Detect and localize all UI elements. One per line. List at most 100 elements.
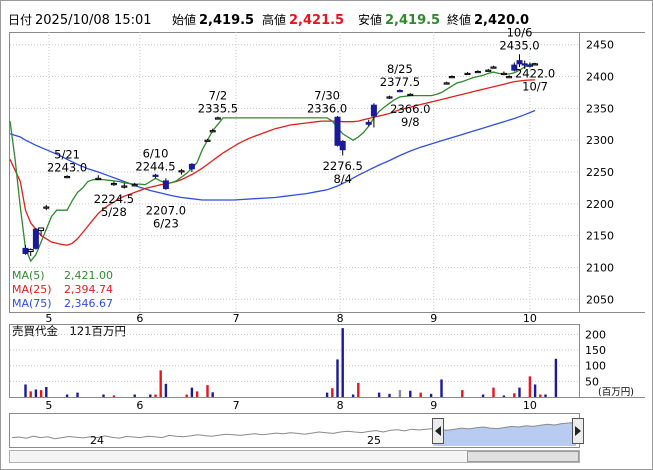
high-label: 高値 bbox=[262, 12, 286, 27]
date-value: 2025/10/08 15:01 bbox=[35, 13, 152, 28]
annotation-line-2: 8/4 bbox=[333, 172, 352, 186]
ma75-legend-value: 2,346.67 bbox=[64, 297, 113, 310]
candle-body-up bbox=[27, 249, 34, 253]
ma75-legend-label: MA(75) bbox=[12, 297, 52, 310]
candle-body-up bbox=[178, 170, 185, 173]
annotation-line-1: 5/21 bbox=[54, 147, 80, 161]
month-tick-label: 9 bbox=[430, 312, 437, 325]
volume-month-tick-label: 9 bbox=[430, 399, 437, 412]
candle-body-down bbox=[22, 247, 29, 254]
annotation-line-1: 2224.5 bbox=[94, 192, 134, 206]
volume-bar bbox=[351, 394, 355, 397]
volume-tick-200: 200 bbox=[585, 328, 606, 341]
ma5-legend-label: MA(5) bbox=[12, 269, 45, 282]
candle-body-up bbox=[121, 185, 128, 188]
horizontal-scrollbar[interactable] bbox=[9, 450, 580, 463]
candle-body-up bbox=[131, 184, 138, 187]
navigator-right-handle[interactable] bbox=[572, 418, 584, 444]
price-tick-label: 2050 bbox=[586, 293, 614, 306]
month-tick-label: 6 bbox=[136, 312, 143, 325]
volume-bar bbox=[533, 384, 537, 397]
price-tick-label: 2150 bbox=[586, 230, 614, 243]
candle-body-up bbox=[407, 93, 414, 97]
candle-body-down bbox=[152, 174, 159, 177]
volume-month-tick-label: 8 bbox=[337, 399, 344, 412]
annotation-line-2: 2243.0 bbox=[47, 160, 87, 174]
annotation-line-2: 5/28 bbox=[101, 205, 127, 219]
volume-title: 売買代金 121百万円 bbox=[12, 324, 126, 338]
candle-body-up bbox=[464, 72, 471, 76]
volume-month-tick-label: 5 bbox=[45, 399, 52, 412]
ma-legend: MA(5) 2,421.00 MA(25) 2,394.74 MA(75) 2,… bbox=[11, 268, 119, 310]
candle-body-up bbox=[500, 72, 507, 76]
volume-bar bbox=[544, 394, 547, 397]
ma25-legend-label: MA(25) bbox=[12, 283, 52, 296]
navigator-label-24: 24 bbox=[90, 434, 104, 447]
volume-bar bbox=[419, 392, 422, 397]
candle-body-up bbox=[474, 70, 481, 74]
volume-bar bbox=[461, 390, 464, 397]
annotation-line-1: 7/2 bbox=[209, 89, 228, 103]
candle-body-up bbox=[506, 76, 513, 79]
volume-bar bbox=[539, 394, 542, 397]
candle-body-down bbox=[516, 60, 523, 65]
volume-bar bbox=[149, 394, 152, 397]
volume-bar bbox=[154, 394, 157, 397]
volume-bar bbox=[195, 391, 199, 397]
annotation-line-1: 2276.5 bbox=[323, 159, 363, 173]
candle-body-down bbox=[188, 163, 195, 170]
annotation-line-2: 2435.0 bbox=[499, 38, 539, 52]
candle-body-down bbox=[370, 104, 377, 117]
annotation-line-1: 6/10 bbox=[143, 147, 169, 161]
open-value: 2,419.5 bbox=[199, 13, 254, 28]
volume-bar bbox=[429, 393, 433, 397]
annotation-line-2: 2335.5 bbox=[198, 102, 238, 116]
stock-chart: 日付 2025/10/08 15:01 始値 2,419.5 高値 2,421.… bbox=[0, 0, 653, 470]
volume-tick-150: 150 bbox=[585, 344, 606, 357]
volume-month-tick-label: 7 bbox=[233, 399, 240, 412]
navigator-left-handle[interactable] bbox=[432, 418, 444, 444]
candle-body-up bbox=[443, 82, 450, 85]
price-tick-label: 2200 bbox=[586, 198, 614, 211]
volume-bar bbox=[398, 390, 402, 397]
scrollbar-thumb[interactable] bbox=[467, 451, 579, 462]
volume-bar bbox=[112, 395, 116, 397]
candle bbox=[334, 116, 341, 147]
candle-body-up bbox=[386, 96, 393, 99]
month-tick-label: 8 bbox=[337, 312, 344, 325]
volume-bar bbox=[211, 392, 214, 397]
price-axis: 2050 2100 2150 2200 2250 2300 2350 2400 2450 bbox=[586, 39, 614, 307]
annotation-line-1: 10/6 bbox=[507, 25, 533, 39]
volume-bar bbox=[388, 393, 391, 397]
candle-body-up bbox=[209, 130, 216, 133]
volume-bar bbox=[331, 388, 334, 397]
volume-bar bbox=[357, 382, 360, 397]
candle-body-down bbox=[365, 121, 372, 125]
annotation-line-1: 2422.0 bbox=[515, 67, 555, 81]
candle-body-up bbox=[485, 69, 492, 72]
candle-body-down bbox=[334, 116, 341, 146]
month-tick-label: 7 bbox=[233, 312, 240, 325]
candle-body-up bbox=[43, 206, 50, 209]
price-tick-label: 2350 bbox=[586, 102, 614, 115]
candle-body-up bbox=[204, 139, 211, 142]
volume-bar bbox=[206, 385, 209, 397]
volume-bar bbox=[377, 392, 381, 397]
candle bbox=[32, 228, 39, 250]
annotation-line-2: 2336.0 bbox=[307, 101, 347, 115]
low-label: 安値 bbox=[358, 12, 382, 27]
volume-bar bbox=[39, 390, 43, 397]
annotation-line-1: 2366.0 bbox=[390, 102, 430, 116]
volume-unit: (百万円) bbox=[598, 387, 634, 398]
volume-bar bbox=[554, 358, 558, 397]
high-value: 2,421.5 bbox=[289, 13, 344, 28]
volume-bar bbox=[481, 394, 485, 397]
volume-bar bbox=[133, 394, 136, 397]
navigator-label-25: 25 bbox=[367, 434, 381, 447]
candle-body-up bbox=[95, 177, 102, 181]
candle-body-up bbox=[214, 117, 221, 120]
annotation-line-1: 8/25 bbox=[387, 62, 413, 76]
price-header: 日付 2025/10/08 15:01 始値 2,419.5 高値 2,421.… bbox=[8, 12, 529, 28]
candle-body-up bbox=[38, 227, 45, 232]
volume-bar bbox=[518, 387, 521, 397]
